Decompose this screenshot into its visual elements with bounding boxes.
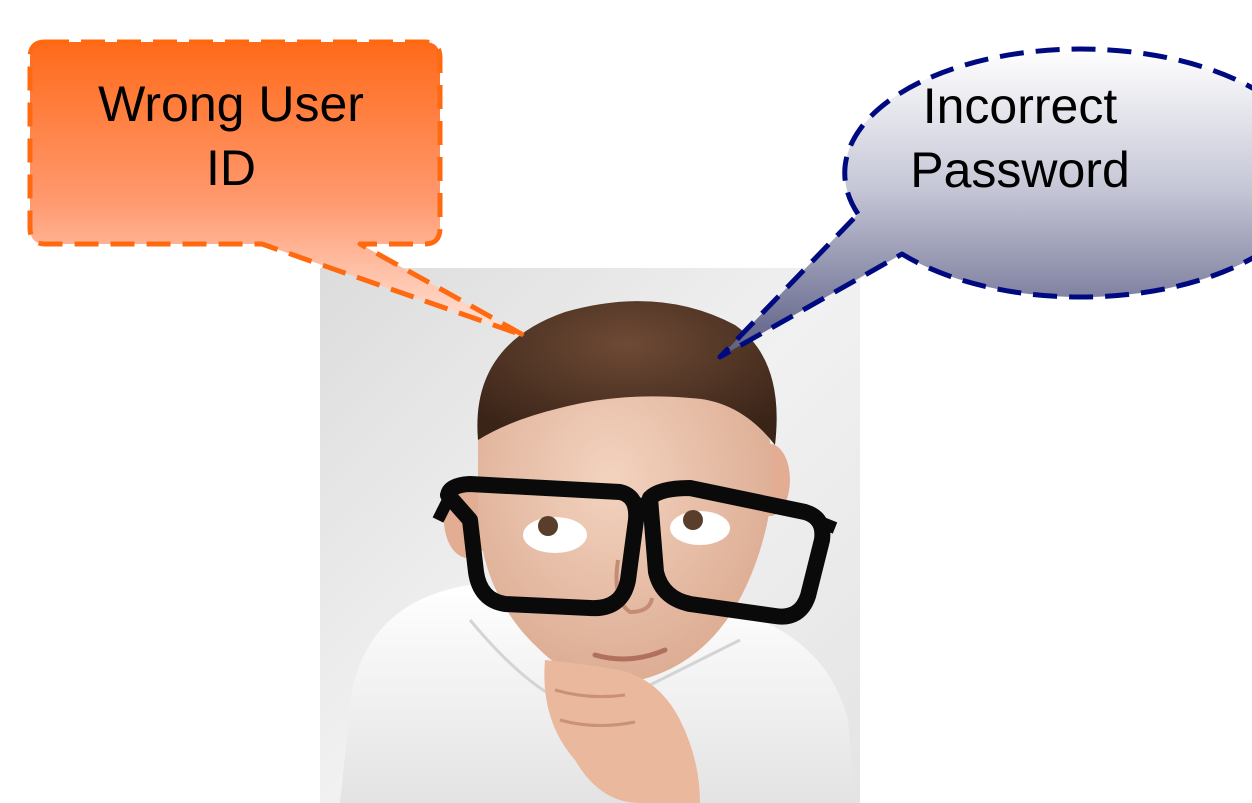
wrong-user-id-line-1: Wrong User [98,76,364,132]
incorrect-password-label: Incorrect Password [810,74,1230,202]
boy-photo [320,268,860,803]
slide: Wrong User ID Incorrect Password [0,0,1252,803]
wrong-user-id-line-2: ID [206,140,256,196]
wrong-user-id-label: Wrong User ID [30,72,432,200]
incorrect-password-line-1: Incorrect [922,78,1118,134]
incorrect-password-line-2: Password [910,142,1130,198]
